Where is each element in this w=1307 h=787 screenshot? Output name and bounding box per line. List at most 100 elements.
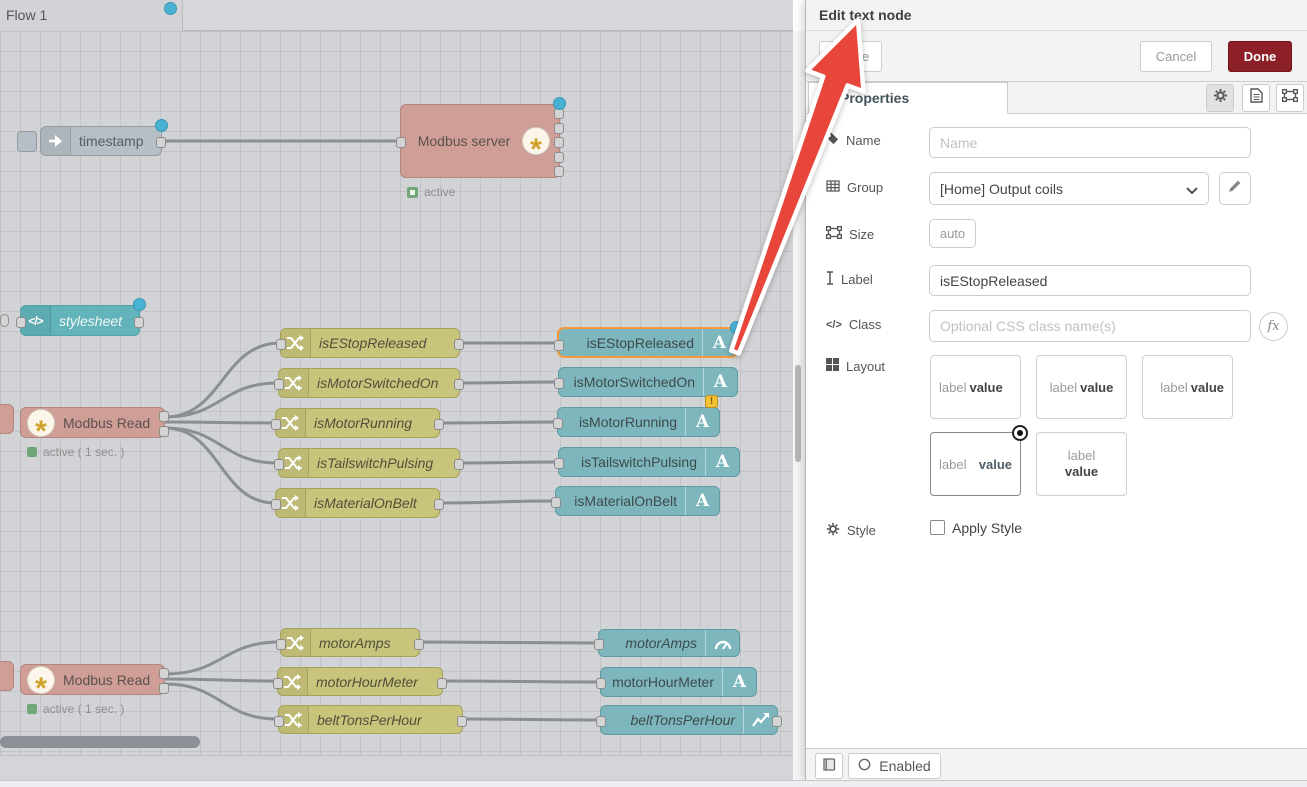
- properties-gear-tab-button[interactable]: [1206, 84, 1234, 112]
- node-stylesheet[interactable]: </>stylesheet: [20, 305, 140, 336]
- layout-option-spread[interactable]: labelvalue: [930, 432, 1021, 496]
- label-input[interactable]: [929, 265, 1251, 296]
- node-ui-motorAmps[interactable]: motorAmps: [598, 629, 740, 657]
- wire: [165, 428, 278, 463]
- output-port[interactable]: [454, 339, 464, 350]
- node-partial-1[interactable]: [0, 404, 14, 434]
- input-port[interactable]: [276, 339, 286, 350]
- node-info-button[interactable]: [815, 753, 843, 779]
- output-port[interactable]: [159, 683, 169, 694]
- input-port[interactable]: [274, 379, 284, 390]
- node-ch-isMotorRunning[interactable]: isMotorRunning: [275, 408, 440, 438]
- layout-option-left[interactable]: labelvalue: [930, 355, 1021, 419]
- group-field-label: Group: [826, 180, 883, 195]
- tray-footer: Enabled: [806, 748, 1307, 780]
- output-port[interactable]: [159, 426, 169, 437]
- cancel-button[interactable]: Cancel: [1140, 41, 1212, 72]
- status-dot: [27, 447, 37, 457]
- input-port[interactable]: [274, 459, 284, 470]
- output-port[interactable]: [554, 152, 564, 163]
- wire: [440, 501, 555, 503]
- input-port[interactable]: [276, 639, 286, 650]
- output-port[interactable]: [454, 379, 464, 390]
- tab-properties[interactable]: Properties: [808, 82, 1008, 114]
- input-port[interactable]: [596, 678, 606, 689]
- status-text: active ( 1 sec. ): [43, 445, 124, 459]
- class-expression-button[interactable]: fx: [1259, 312, 1288, 341]
- node-ch-motorAmps[interactable]: motorAmps: [280, 628, 420, 657]
- node-txt-isTailswitchPulsing[interactable]: isTailswitchPulsingA: [558, 447, 740, 477]
- input-port[interactable]: [271, 499, 281, 510]
- output-port[interactable]: [159, 411, 169, 422]
- class-input[interactable]: [929, 310, 1251, 342]
- output-port[interactable]: [434, 499, 444, 510]
- output-port[interactable]: [454, 459, 464, 470]
- description-tab-button[interactable]: [1242, 84, 1270, 112]
- input-port[interactable]: [396, 137, 406, 148]
- output-port[interactable]: [554, 137, 564, 148]
- group-select[interactable]: [Home] Output coils: [929, 172, 1209, 205]
- node-txt-isMotorSwitchedOn[interactable]: isMotorSwitchedOnA: [558, 367, 738, 397]
- flow-tab-bar: Flow 1: [0, 0, 793, 31]
- size-auto-button[interactable]: auto: [929, 219, 976, 248]
- node-txt-isMotorRunning[interactable]: isMotorRunningA!: [557, 407, 720, 437]
- node-link-stub[interactable]: [0, 314, 9, 327]
- node-ch-isEStopReleased[interactable]: isEStopReleased: [280, 328, 460, 358]
- node-ch-motorHourMeter[interactable]: motorHourMeter: [277, 667, 443, 696]
- output-port[interactable]: [156, 137, 166, 148]
- style-field-label: Style: [826, 522, 876, 539]
- node-txt-isMaterialOnBelt[interactable]: isMaterialOnBeltA: [555, 486, 720, 516]
- horizontal-scrollbar-thumb[interactable]: [0, 736, 200, 748]
- name-input[interactable]: [929, 127, 1251, 158]
- node-ui-beltTonsPerHour[interactable]: beltTonsPerHour: [600, 705, 778, 735]
- edit-group-button[interactable]: [1219, 172, 1251, 205]
- node-modbus-server[interactable]: Modbus server*: [400, 104, 560, 178]
- input-port[interactable]: [271, 419, 281, 430]
- node-txt-isEStopReleased[interactable]: isEStopReleasedA: [557, 327, 738, 358]
- layout-option-stacked[interactable]: labelvalue: [1036, 432, 1127, 496]
- node-modbus-read-2[interactable]: *Modbus Read: [20, 664, 165, 695]
- node-ui-motorHourMeter[interactable]: motorHourMeterA: [600, 667, 757, 697]
- output-port[interactable]: [159, 668, 169, 679]
- output-port[interactable]: [772, 716, 782, 727]
- layout-option-right[interactable]: labelvalue: [1142, 355, 1233, 419]
- input-port[interactable]: [273, 678, 283, 689]
- node-timestamp[interactable]: timestamp: [40, 126, 162, 156]
- input-port[interactable]: [274, 716, 284, 727]
- node-label: isMotorSwitchedOn: [309, 375, 459, 391]
- input-port[interactable]: [554, 340, 564, 351]
- node-partial-2[interactable]: [0, 661, 14, 691]
- node-status: active: [407, 185, 455, 199]
- node-ch-beltTonsPerHour[interactable]: beltTonsPerHour: [278, 705, 463, 734]
- output-port[interactable]: [134, 317, 144, 328]
- changed-indicator-dot: [730, 321, 743, 334]
- input-port[interactable]: [554, 458, 564, 469]
- wire: [165, 343, 280, 417]
- node-ch-isMaterialOnBelt[interactable]: isMaterialOnBelt: [275, 488, 440, 518]
- node-ch-isMotorSwitchedOn[interactable]: isMotorSwitchedOn: [278, 368, 460, 398]
- layout-option-center[interactable]: labelvalue: [1036, 355, 1127, 419]
- vertical-scrollbar-thumb[interactable]: [795, 365, 801, 462]
- input-port[interactable]: [596, 716, 606, 727]
- flow-canvas[interactable]: timestamp Modbus server* active </>styleshe…: [0, 31, 793, 755]
- output-port[interactable]: [437, 678, 447, 689]
- node-ch-isTailswitchPulsing[interactable]: isTailswitchPulsing: [278, 448, 460, 478]
- done-button[interactable]: Done: [1228, 41, 1292, 72]
- delete-button[interactable]: Delete: [819, 41, 882, 72]
- output-port[interactable]: [414, 639, 424, 650]
- enabled-toggle-button[interactable]: Enabled: [848, 753, 941, 779]
- input-port[interactable]: [16, 317, 26, 328]
- node-modbus-read-1[interactable]: *Modbus Read: [20, 407, 165, 438]
- input-port[interactable]: [553, 418, 563, 429]
- output-port[interactable]: [554, 123, 564, 134]
- output-port[interactable]: [554, 166, 564, 177]
- input-port[interactable]: [551, 497, 561, 508]
- appearance-tab-button[interactable]: [1276, 84, 1304, 112]
- input-port[interactable]: [554, 378, 564, 389]
- apply-style-checkbox[interactable]: [930, 520, 945, 535]
- output-port[interactable]: [457, 716, 467, 727]
- inject-button[interactable]: [17, 131, 37, 152]
- input-port[interactable]: [594, 639, 604, 650]
- tab-flow-1[interactable]: Flow 1: [0, 0, 183, 31]
- output-port[interactable]: [434, 419, 444, 430]
